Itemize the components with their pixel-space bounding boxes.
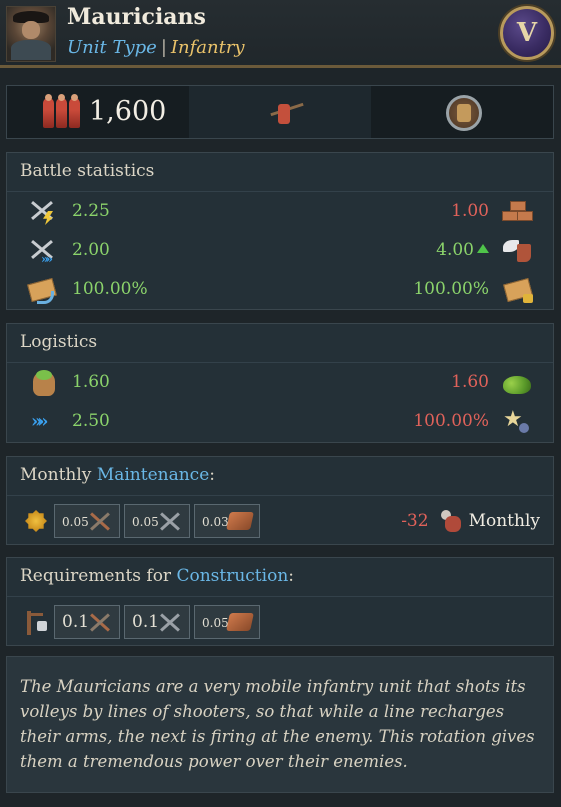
gold-coin-icon [25, 510, 47, 532]
weapons-icon [87, 509, 113, 533]
section-title: Battle statistics [7, 153, 553, 192]
defense-value: 1.00 [451, 201, 489, 221]
construction-link[interactable]: Construction [176, 566, 288, 586]
charge-icon: »» [27, 238, 57, 266]
commander-icon[interactable] [446, 95, 482, 131]
resource-value: 0.05 [202, 616, 229, 630]
section-title: Logistics [7, 324, 553, 363]
stat-row: 1.60 1.60 [7, 363, 553, 402]
movement-chevrons-icon: »» [31, 411, 48, 432]
section-title: Requirements for Construction: [7, 558, 553, 597]
men-count-cell: 1,600 [7, 86, 189, 138]
commander-cell[interactable] [371, 86, 553, 138]
wood-icon [226, 509, 254, 533]
unit-name: Mauricians [67, 4, 206, 30]
resource-value: 0.05 [132, 515, 159, 529]
unit-type-line: Unit Type | Infantry [67, 37, 245, 58]
locked-envelope-icon [501, 277, 533, 303]
battle-statistics-panel: Battle statistics 2.25 1.00 »» 2.00 4.00… [6, 152, 554, 310]
requirements-panel: Requirements for Construction: 0.1 0.1 0… [6, 557, 554, 646]
resource-wood[interactable]: 0.05 [194, 605, 260, 639]
food-consumption-value: 1.60 [451, 372, 489, 392]
population-upkeep: -32 Monthly [401, 510, 540, 532]
unit-description: The Mauricians are a very mobile infantr… [6, 656, 554, 793]
speed-value: 4.00 [436, 240, 489, 260]
population-change: -32 [401, 511, 429, 531]
separator: | [160, 37, 167, 58]
experience-star-icon: ★ [501, 409, 533, 435]
resource-value: 0.1 [132, 612, 160, 632]
weapons-icon [87, 610, 113, 634]
tier-badge[interactable]: V [500, 6, 554, 60]
tools-icon [157, 610, 183, 634]
melee-attack-icon [27, 199, 57, 225]
unit-class-cell[interactable] [189, 86, 371, 138]
unit-summary-bar: 1,600 [6, 85, 554, 139]
wood-icon [226, 610, 254, 634]
logistics-panel: Logistics 1.60 1.60 »» 2.50 100.00% ★ [6, 323, 554, 443]
section-title: Monthly Maintenance: [7, 457, 553, 496]
period-label: Monthly [468, 511, 540, 531]
resource-tools[interactable]: 0.1 [124, 605, 190, 639]
stat-row: »» 2.50 100.00% ★ [7, 402, 553, 441]
maintenance-row: 0.05 0.05 0.03 -32 Monthly [7, 496, 553, 546]
maintenance-panel: Monthly Maintenance: 0.05 0.05 0.03 -32 … [6, 456, 554, 545]
requirements-row: 0.1 0.1 0.05 [7, 597, 553, 647]
vegetables-icon [501, 370, 533, 396]
stat-row: »» 2.00 4.00 [7, 231, 553, 270]
speed-number: 4.00 [436, 240, 474, 260]
supply-sack-icon [27, 370, 57, 396]
morale-value: 100.00% [72, 279, 148, 299]
morale-envelope-icon [27, 277, 57, 304]
recruitment-building-icon [23, 611, 49, 635]
resource-value: 0.05 [62, 515, 89, 529]
resource-wood[interactable]: 0.03 [194, 504, 260, 538]
musketeer-icon [268, 96, 304, 130]
resource-value: 0.03 [202, 515, 229, 529]
arrow-up-icon [477, 244, 489, 253]
bricks-icon [501, 199, 533, 225]
experience-value: 100.00% [413, 411, 489, 431]
soldiers-icon [43, 94, 83, 128]
protection-value: 100.00% [413, 279, 489, 299]
charge-value: 2.00 [72, 240, 110, 260]
supply-value: 1.60 [72, 372, 110, 392]
unit-category: Infantry [170, 37, 245, 58]
resource-value: 0.1 [62, 612, 90, 632]
resource-tools[interactable]: 0.05 [124, 504, 190, 538]
population-icon [439, 510, 463, 532]
musketeer-portrait-icon [6, 6, 56, 62]
unit-header: Mauricians Unit Type | Infantry V [0, 0, 561, 68]
stat-row: 100.00% 100.00% [7, 270, 553, 309]
unit-type-link[interactable]: Unit Type [67, 37, 157, 58]
men-count: 1,600 [89, 96, 167, 127]
tools-icon [157, 509, 183, 533]
movement-value: 2.50 [72, 411, 110, 431]
speed-boot-icon [501, 238, 533, 264]
stat-row: 2.25 1.00 [7, 192, 553, 231]
resource-weapons[interactable]: 0.1 [54, 605, 120, 639]
maintenance-link[interactable]: Maintenance [97, 465, 209, 485]
resource-weapons[interactable]: 0.05 [54, 504, 120, 538]
melee-attack-value: 2.25 [72, 201, 110, 221]
